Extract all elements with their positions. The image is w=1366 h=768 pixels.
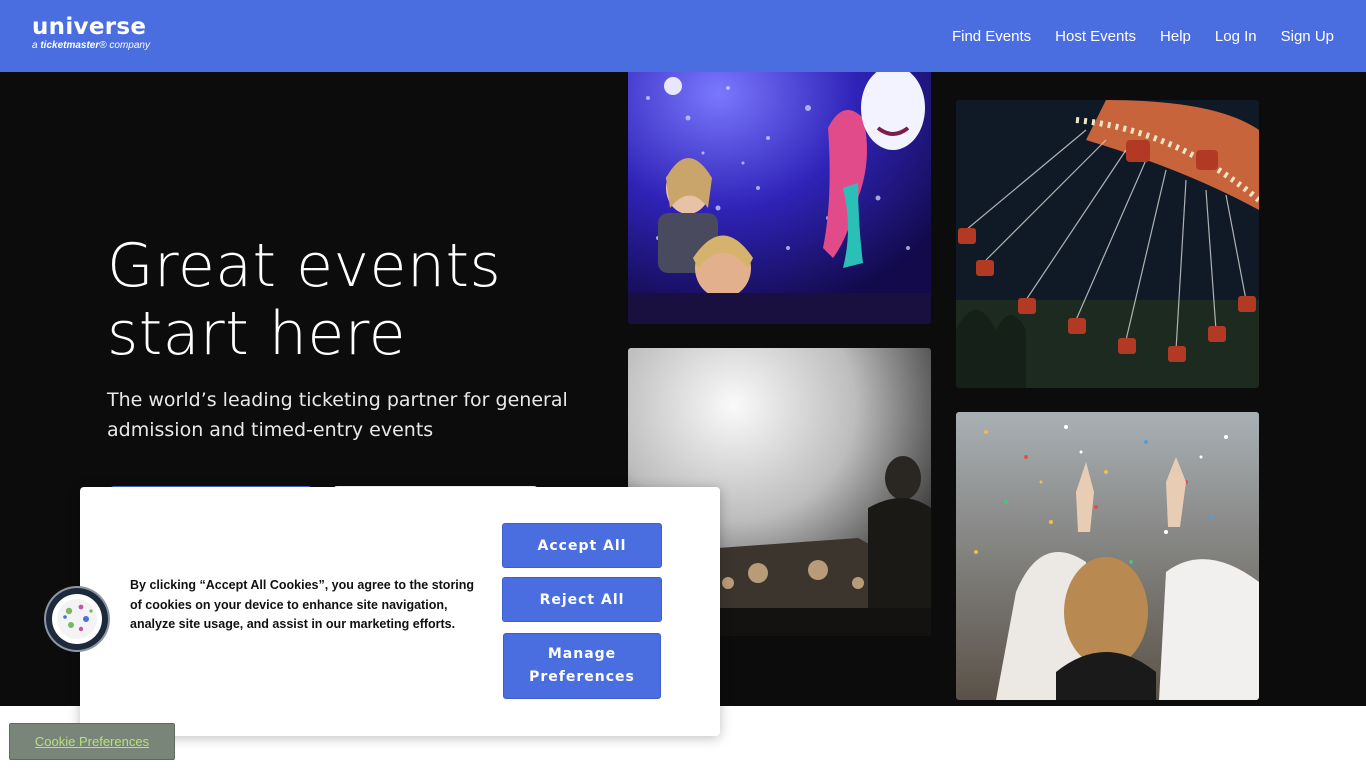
site-header: universe a ticketmaster® company Find Ev…: [0, 0, 1366, 72]
cookie-preferences-button[interactable]: Cookie Preferences: [9, 723, 175, 760]
swing-ride-photo: [956, 100, 1259, 388]
cookie-preferences-link[interactable]: Cookie Preferences: [35, 734, 149, 749]
nav-log-in[interactable]: Log In: [1215, 28, 1257, 45]
universe-logo[interactable]: universe a ticketmaster® company: [32, 14, 150, 52]
accept-all-button[interactable]: Accept All: [502, 523, 662, 568]
nav-help[interactable]: Help: [1160, 28, 1191, 45]
main-nav: Find Events Host Events Help Log In Sign…: [952, 0, 1334, 72]
cookie-consent-banner: By clicking “Accept All Cookies”, you ag…: [80, 487, 720, 736]
confetti-crowd-photo: [956, 412, 1259, 700]
hero-subheadline: The world’s leading ticketing partner fo…: [107, 389, 568, 441]
manage-preferences-button[interactable]: Manage Preferences: [503, 633, 661, 699]
bubbles-concert-photo: [628, 72, 931, 324]
hero-headline: Great events start here: [107, 231, 502, 369]
nav-host-events[interactable]: Host Events: [1055, 28, 1136, 45]
nav-find-events[interactable]: Find Events: [952, 28, 1031, 45]
logo-wordmark: universe: [32, 14, 147, 40]
nav-sign-up[interactable]: Sign Up: [1281, 28, 1334, 45]
cookie-icon: [52, 594, 102, 644]
cookie-settings-button[interactable]: [46, 588, 108, 650]
cookie-consent-text: By clicking “Accept All Cookies”, you ag…: [130, 578, 475, 631]
logo-tagline: a ticketmaster® company: [32, 40, 150, 51]
reject-all-button[interactable]: Reject All: [502, 577, 662, 622]
